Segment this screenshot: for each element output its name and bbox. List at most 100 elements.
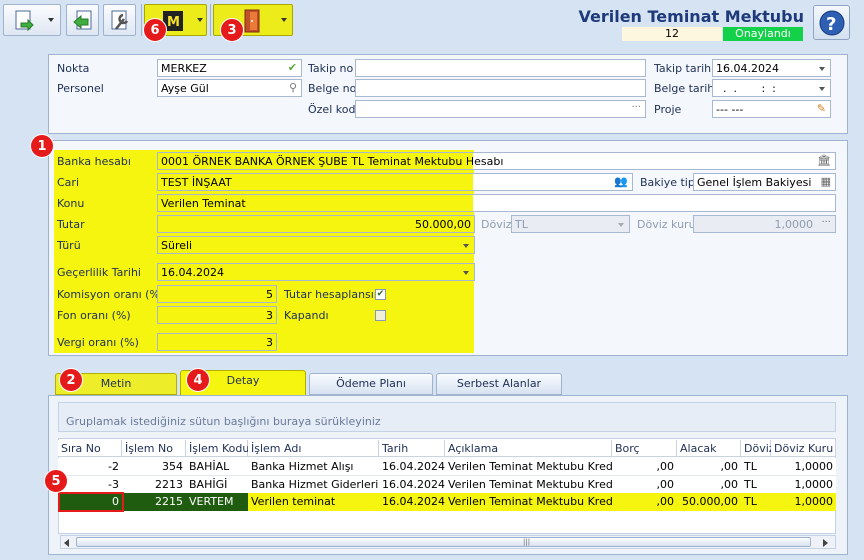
turu-field[interactable]: Süreli [157,236,475,254]
cell-islem-no: 2213 [155,478,183,491]
edit-pencil-icon: ✎ [816,102,826,115]
cell-tarih: 16.04.2024 [382,478,445,491]
cari-label: Cari [57,176,79,189]
cell-borc: ,00 [656,460,675,473]
question-icon: ? [819,10,845,36]
gecerlilik-label: Geçerlilik Tarihi [57,266,141,279]
badge-1: 1 [30,134,54,158]
konu-field[interactable]: Verilen Teminat [157,194,836,212]
nokta-field[interactable]: MERKEZ ✔ [157,59,302,77]
cell-islem-kodu: VERTEM [189,495,234,508]
turu-label: Türü [57,239,81,252]
banka-hesabi-field[interactable]: 0001 ÖRNEK BANKA ÖRNEK ŞUBE TL Teminat M… [157,152,836,170]
col-tarih[interactable]: Tarih [379,440,445,457]
calendar-icon: ▦ [820,175,831,188]
help-button[interactable]: ? [813,5,850,40]
user-search-icon: ⚲ [288,81,297,94]
back-button[interactable] [66,4,99,36]
col-doviz[interactable]: Döviz [741,440,775,457]
cell-alacak: ,00 [720,460,739,473]
col-islem-kodu[interactable]: İşlem Kodu [186,440,249,457]
doviz-kuru-label: Döviz kuru [637,218,696,231]
belge-no-label: Belge no [308,82,357,95]
cell-tarih: 16.04.2024 [382,460,445,473]
col-islem-no[interactable]: İşlem No [122,440,186,457]
tutar-label: Tutar [57,218,85,231]
kapandi-label: Kapandı [284,309,329,322]
ellipsis-icon: ··· [631,102,641,113]
dropdown-icon [463,271,469,275]
cari-field[interactable]: TEST İNŞAAT 👥 [157,173,633,191]
nokta-label: Nokta [57,62,90,75]
tools-button[interactable] [103,4,136,36]
dropdown-icon [618,223,624,227]
col-aciklama[interactable]: Açıklama [445,440,612,457]
doviz-field[interactable]: TL [511,215,630,233]
vergi-label: Vergi oranı (%) [57,336,139,349]
cell-aciklama: Verilen Teminat Mektubu KrediNo: [448,460,612,473]
tutar-field[interactable]: 50.000,00 [157,215,475,233]
status-badge: Onaylandı [723,27,803,41]
export-button[interactable] [3,4,61,36]
cell-doviz: TL [744,460,757,473]
takip-no-label: Takip no [308,62,354,75]
ozel-kod-label: Özel kod [308,103,356,116]
scroll-right-icon[interactable] [823,539,828,547]
badge-2: 2 [59,368,83,392]
ozel-kod-field[interactable]: ··· [355,100,646,118]
back-arrow-icon [73,10,92,30]
tab-serbest-alanlar[interactable]: Serbest Alanlar [436,373,562,395]
fon-field[interactable]: 3 [157,306,277,324]
gecerlilik-field[interactable]: 16.04.2024 [157,263,475,281]
doviz-kuru-field[interactable]: 1,0000 ··· [693,215,836,233]
belge-no-field[interactable] [355,79,646,97]
komisyon-label: Komisyon oranı (%) [57,288,165,301]
svg-text:?: ? [826,14,836,35]
cell-doviz-kuru: 1,0000 [794,460,834,473]
scroll-thumb[interactable] [76,537,811,547]
col-sira-no[interactable]: Sıra No [58,440,122,457]
cell-borc: ,00 [656,478,675,491]
komisyon-field[interactable]: 5 [157,285,277,303]
belge-tarihi-field[interactable]: . . : : [712,79,831,97]
cell-islem-kodu: BAHİAL [189,460,230,473]
tab-odeme-plani[interactable]: Ödeme Planı [309,373,433,395]
tutar-hesaplansin-checkbox[interactable]: ✔ [375,289,386,300]
check-icon: ✔ [287,61,297,74]
cell-islem-adi: Banka Hizmet Giderleri [251,478,379,491]
col-islem-adi[interactable]: İşlem Adı [248,440,379,457]
dropdown-icon [819,87,825,91]
scroll-grip-icon: ||| [523,538,531,546]
cell-doviz-kuru: 1,0000 [771,493,836,511]
proje-label: Proje [654,103,682,116]
cell-doviz: TL [741,493,771,511]
cell-alacak: 50.000,00 [677,493,741,511]
bakiye-tipi-label: Bakiye tipi [640,176,698,189]
kapandi-checkbox[interactable] [375,310,386,321]
cell-islem-no: 354 [162,460,183,473]
cell-islem-adi: Banka Hizmet Alışı [251,460,354,473]
cell-tarih: 16.04.2024 [379,493,445,511]
scroll-left-icon[interactable] [64,539,69,547]
page-title: Verilen Teminat Mektubu [578,7,804,26]
badge-5: 5 [44,469,68,493]
vergi-field[interactable]: 3 [157,333,277,351]
record-number: 12 [622,27,722,41]
personel-field[interactable]: Ayşe Gül ⚲ [157,79,302,97]
cell-borc: ,00 [612,493,677,511]
badge-3: 3 [220,18,244,42]
cell-islem-no: 2215 [155,495,183,508]
badge-6: 6 [143,18,167,42]
doviz-label: Döviz [481,218,512,231]
proje-field[interactable]: --- --- ✎ [712,100,831,118]
tutar-hesaplansin-label: Tutar hesaplansın [284,288,381,301]
col-doviz-kuru[interactable]: Döviz Kuru [771,440,836,457]
col-borc[interactable]: Borç [612,440,677,457]
takip-no-field[interactable] [355,59,646,77]
col-alacak[interactable]: Alacak [677,440,741,457]
bakiye-tipi-field[interactable]: Genel İşlem Bakiyesi ▦ [693,173,836,191]
belge-tarihi-label: Belge tarihi [654,82,718,95]
bank-icon: 🏛 [817,154,831,167]
takip-tarihi-field[interactable]: 16.04.2024 [712,59,831,77]
cell-islem-kodu: BAHİGİ [189,478,228,491]
